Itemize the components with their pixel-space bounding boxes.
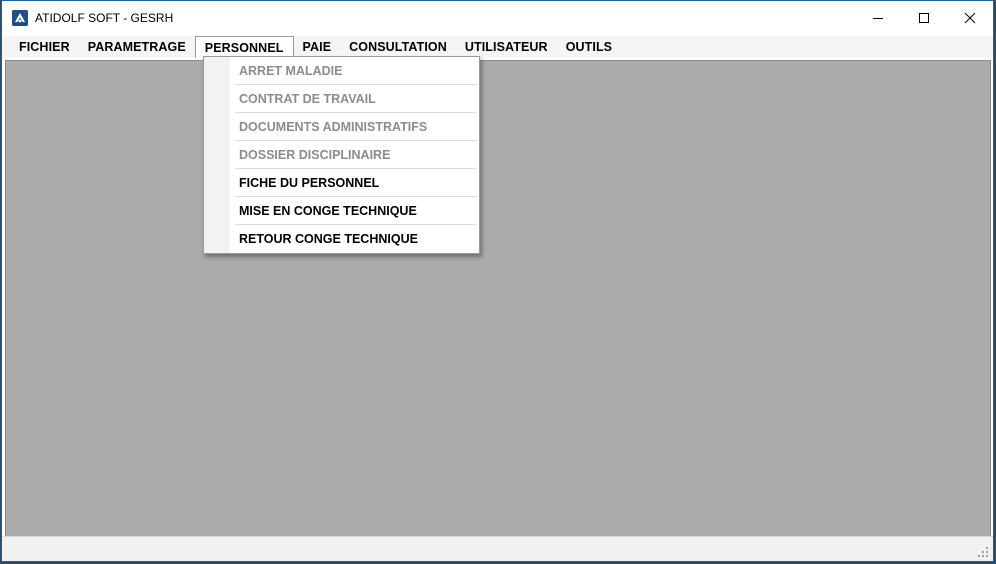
maximize-button[interactable] <box>901 1 947 35</box>
resize-grip-icon[interactable] <box>977 546 989 558</box>
mdi-client-area <box>5 60 991 537</box>
menu-icon-gutter <box>204 57 230 253</box>
maximize-icon <box>919 13 929 23</box>
menu-parametrage[interactable]: PARAMETRAGE <box>79 36 195 58</box>
menu-consultation[interactable]: CONSULTATION <box>340 36 456 58</box>
menu-item-mise-en-conge-technique[interactable]: MISE EN CONGE TECHNIQUE <box>235 197 477 225</box>
window-title: ATIDOLF SOFT - GESRH <box>35 11 174 25</box>
menu-fichier[interactable]: FICHIER <box>10 36 79 58</box>
menu-item-dossier-disciplinaire: DOSSIER DISCIPLINAIRE <box>235 141 477 169</box>
main-window: ATIDOLF SOFT - GESRH FICHIER PARAMETRAGE… <box>1 0 994 562</box>
close-button[interactable] <box>947 1 993 35</box>
title-bar[interactable]: ATIDOLF SOFT - GESRH <box>2 1 993 35</box>
minimize-icon <box>873 18 883 19</box>
close-icon <box>964 12 976 24</box>
menu-utilisateur[interactable]: UTILISATEUR <box>456 36 557 58</box>
menu-item-arret-maladie: ARRET MALADIE <box>235 57 477 85</box>
minimize-button[interactable] <box>855 1 901 35</box>
menu-item-contrat-de-travail: CONTRAT DE TRAVAIL <box>235 85 477 113</box>
menu-outils[interactable]: OUTILS <box>557 36 621 58</box>
menu-paie[interactable]: PAIE <box>294 36 341 58</box>
status-bar <box>2 536 993 561</box>
app-logo-icon <box>12 10 28 26</box>
menu-bar: FICHIER PARAMETRAGE PERSONNEL PAIE CONSU… <box>2 36 993 58</box>
menu-personnel[interactable]: PERSONNEL <box>194 36 294 58</box>
menu-item-documents-administratifs: DOCUMENTS ADMINISTRATIFS <box>235 113 477 141</box>
menu-item-retour-conge-technique[interactable]: RETOUR CONGE TECHNIQUE <box>235 225 477 253</box>
menu-item-fiche-du-personnel[interactable]: FICHE DU PERSONNEL <box>235 169 477 197</box>
personnel-dropdown-menu: ARRET MALADIE CONTRAT DE TRAVAIL DOCUMEN… <box>203 56 480 254</box>
